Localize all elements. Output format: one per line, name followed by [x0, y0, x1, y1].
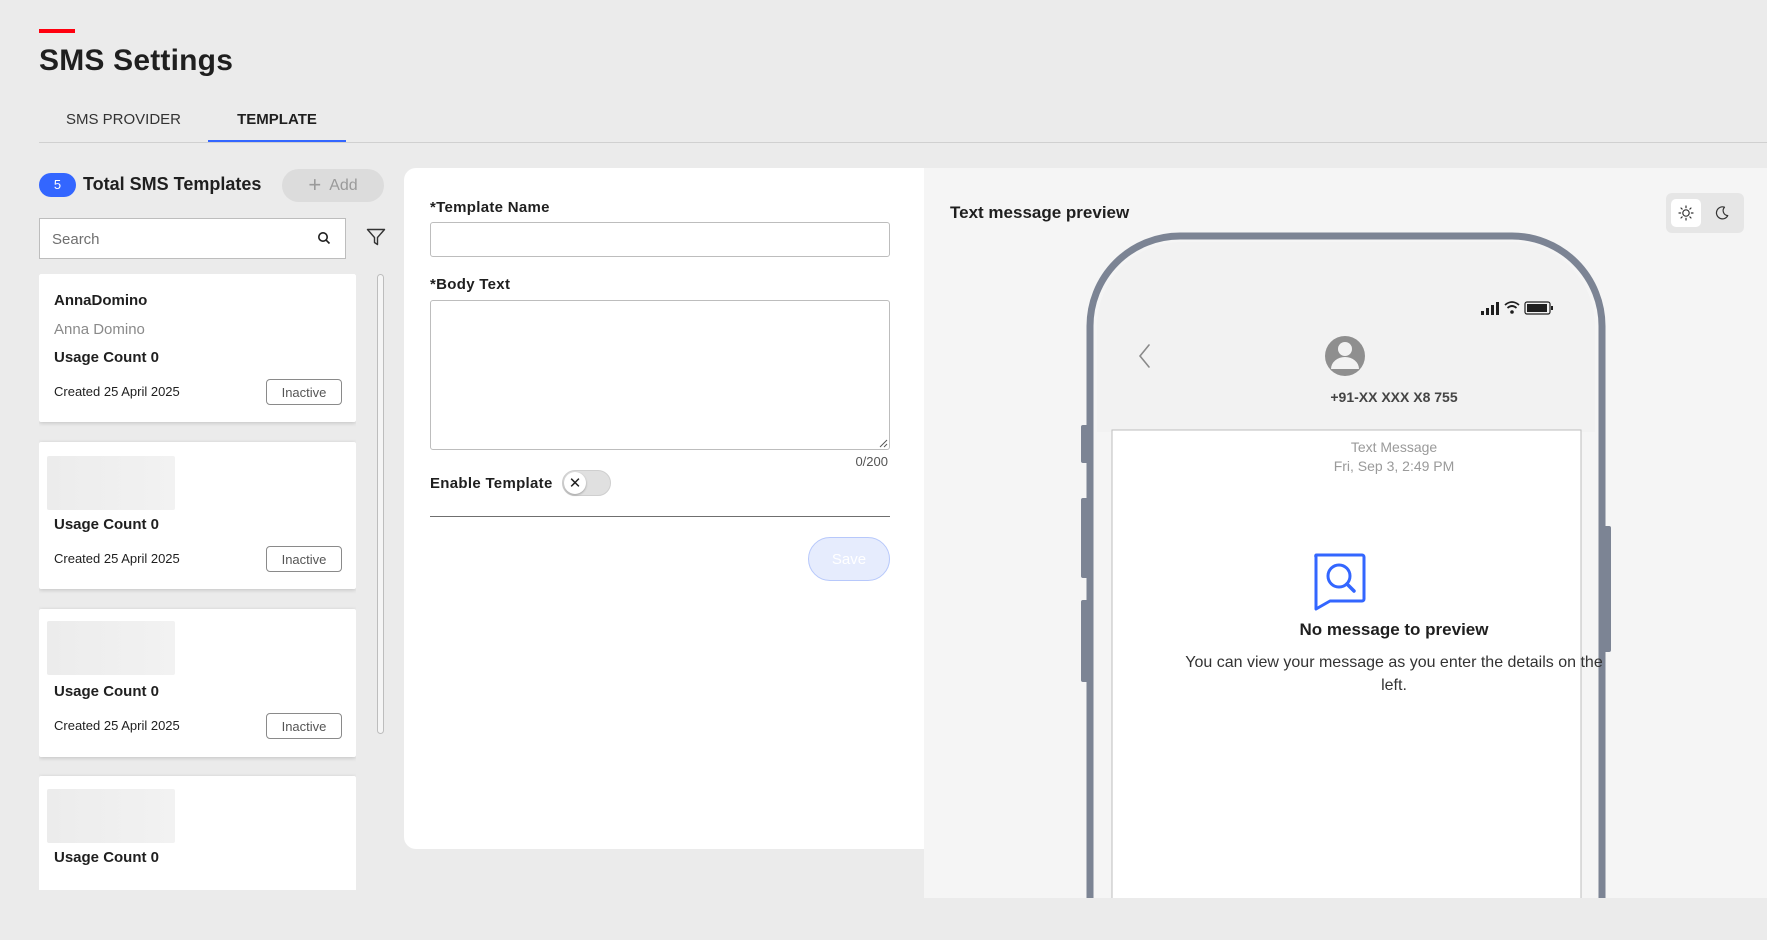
status-badge: Inactive: [266, 546, 342, 572]
message-search-icon: [1314, 553, 1366, 611]
tab-bar: SMS PROVIDER TEMPLATE: [39, 104, 1767, 143]
template-card[interactable]: Usage Count 0 Created 25 April 2025 Inac…: [39, 442, 356, 589]
tab-template[interactable]: TEMPLATE: [208, 104, 346, 142]
preview-panel: Text message preview +91-XX XXX X8 755 T…: [924, 168, 1767, 898]
template-card-usage: Usage Count 0: [54, 683, 160, 700]
skeleton-placeholder: [47, 789, 175, 843]
search-field: [39, 218, 346, 260]
page-title: SMS Settings: [39, 44, 234, 77]
form-divider: [430, 516, 890, 517]
template-form: *Template Name *Body Text 0/200 Enable T…: [404, 168, 924, 849]
template-card-usage: Usage Count 0: [54, 849, 160, 866]
template-card-usage: Usage Count 0: [54, 516, 160, 533]
plus-icon: +: [308, 171, 322, 197]
template-count-badge: 5: [39, 173, 76, 197]
search-icon[interactable]: [317, 231, 331, 245]
template-card-created: Created 25 April 2025: [54, 551, 180, 566]
template-name-input[interactable]: [430, 222, 890, 257]
close-icon: ✕: [564, 472, 586, 494]
template-card[interactable]: Usage Count 0: [39, 776, 356, 890]
add-button-label: Add: [329, 176, 358, 194]
enable-template-label: Enable Template: [430, 475, 553, 492]
template-count-label: Total SMS Templates: [83, 174, 262, 194]
template-card-title: AnnaDomino: [54, 292, 148, 309]
char-counter: 0/200: [855, 454, 888, 469]
filter-icon[interactable]: [366, 227, 386, 247]
list-scrollbar[interactable]: [377, 274, 384, 734]
status-badge: Inactive: [266, 713, 342, 739]
template-card-subtitle: Anna Domino: [54, 321, 145, 338]
template-card[interactable]: AnnaDomino Anna Domino Usage Count 0 Cre…: [39, 274, 356, 422]
skeleton-placeholder: [47, 621, 175, 675]
contact-number: +91-XX XXX X8 755: [1330, 389, 1458, 405]
template-card-created: Created 25 April 2025: [54, 718, 180, 733]
template-card-usage: Usage Count 0: [54, 349, 160, 366]
search-input[interactable]: [50, 219, 304, 260]
message-type: Text Message: [1350, 439, 1438, 455]
phone-mockup: [1081, 232, 1611, 898]
message-timestamp: Fri, Sep 3, 2:49 PM: [1333, 458, 1455, 474]
add-template-button[interactable]: + Add: [282, 169, 384, 202]
skeleton-placeholder: [47, 456, 175, 510]
enable-template-toggle[interactable]: ✕: [562, 470, 611, 496]
status-badge: Inactive: [266, 379, 342, 405]
template-list: AnnaDomino Anna Domino Usage Count 0 Cre…: [39, 274, 356, 890]
template-card[interactable]: Usage Count 0 Created 25 April 2025 Inac…: [39, 609, 356, 757]
tab-sms-provider[interactable]: SMS PROVIDER: [39, 104, 208, 142]
body-text-label: *Body Text: [430, 276, 511, 293]
empty-state-title: No message to preview: [1299, 620, 1489, 639]
template-name-label: *Template Name: [430, 199, 550, 216]
empty-state-description: You can view your message as you enter t…: [1185, 654, 1603, 694]
resize-handle-icon[interactable]: [878, 438, 888, 448]
body-text-input[interactable]: [430, 300, 890, 450]
save-button[interactable]: Save: [808, 537, 890, 581]
brand-accent-bar: [39, 29, 75, 33]
template-card-created: Created 25 April 2025: [54, 384, 180, 399]
